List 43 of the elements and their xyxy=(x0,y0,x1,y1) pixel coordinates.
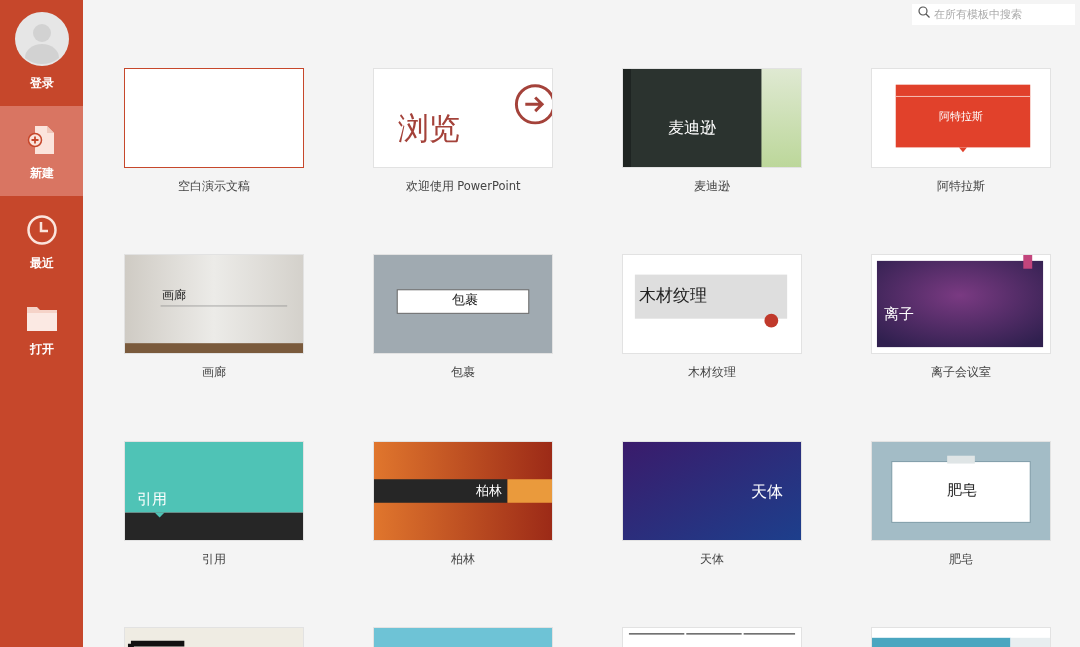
template-thumbnail[interactable]: 离子 xyxy=(871,254,1051,355)
template-label: 木材纹理 xyxy=(688,364,736,382)
slide-title: 离子 xyxy=(884,306,914,323)
template-label: 画廊 xyxy=(202,364,226,382)
avatar-icon[interactable] xyxy=(14,12,69,66)
template-label: 包裹 xyxy=(451,364,475,382)
slide-title: 画廊 xyxy=(162,289,186,303)
template-thumbnail[interactable] xyxy=(124,68,304,168)
template-label: 欢迎使用 PowerPoint xyxy=(405,178,521,195)
template-thumbnail[interactable]: 浏览 xyxy=(373,68,553,168)
template-thumbnail[interactable]: 肥皂 xyxy=(871,440,1051,541)
slide-title: 木材纹理 xyxy=(639,286,707,305)
search-icon xyxy=(918,6,930,18)
search-field[interactable]: 在所有模板中搜索 xyxy=(912,4,1075,25)
template-label: 空白演示文稿 xyxy=(178,178,250,195)
template-label: 天体 xyxy=(700,550,724,568)
template-label: 肥皂 xyxy=(949,550,973,568)
template-label: 离子会议室 xyxy=(931,364,991,382)
slide-title: 引用 xyxy=(137,490,167,507)
template-thumbnail[interactable]: 包裹 xyxy=(373,254,553,355)
slide-title: 包裹 xyxy=(450,293,479,308)
template-thumbnail[interactable]: 柏林 xyxy=(373,440,553,541)
sign-in-label[interactable]: 登录 xyxy=(29,74,54,92)
template-thumbnail[interactable]: 麦迪逊 xyxy=(622,68,802,168)
slide-title: 浏览 xyxy=(398,111,460,146)
folder-icon xyxy=(25,304,58,332)
sidebar-item[interactable]: 打开 xyxy=(0,286,83,372)
template-thumbnail[interactable]: 画廊 xyxy=(124,254,304,355)
clock-icon xyxy=(25,214,58,246)
sidebar-item[interactable]: 最近 xyxy=(0,196,83,286)
template-label: 柏林 xyxy=(451,550,475,568)
slide-title: 肥皂 xyxy=(946,481,978,498)
slide-title: 柏林 xyxy=(476,483,502,498)
template-thumbnail[interactable]: 天体 xyxy=(622,440,802,541)
slide-title: 天体 xyxy=(751,482,783,501)
arrow-icon xyxy=(514,84,552,125)
template-label: 引用 xyxy=(202,550,226,568)
slide-title: 阿特拉斯 xyxy=(938,111,984,124)
slide-title: 麦迪逊 xyxy=(668,119,716,137)
template-label: 阿特拉斯 xyxy=(937,178,985,195)
template-thumbnail[interactable]: 阿特拉斯 xyxy=(871,68,1051,168)
template-thumbnail[interactable]: 木材纹理 xyxy=(622,254,802,355)
template-label: 麦迪逊 xyxy=(694,178,730,195)
